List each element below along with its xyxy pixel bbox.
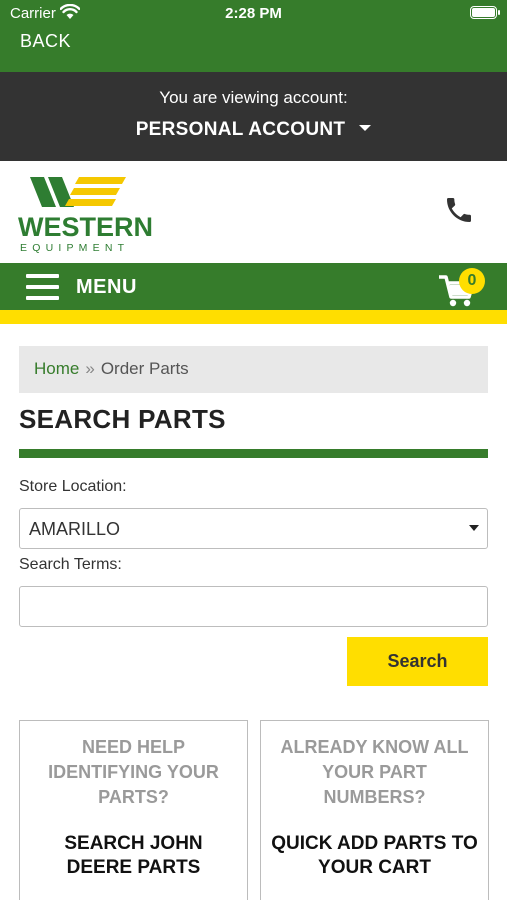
- store-location-select[interactable]: AMARILLO: [19, 508, 488, 549]
- account-label: You are viewing account:: [159, 88, 348, 107]
- cart-count-badge: 0: [459, 268, 485, 294]
- account-dropdown[interactable]: PERSONAL ACCOUNT: [0, 119, 507, 141]
- card-action: SEARCH JOHN DEERE PARTS: [64, 833, 203, 878]
- search-terms-label: Search Terms:: [19, 556, 122, 573]
- logo-mark-icon: [30, 177, 126, 207]
- search-john-deere-card[interactable]: NEED HELP IDENTIFYING YOUR PARTS? SEARCH…: [19, 720, 248, 900]
- site-header: WESTERN EQUIPMENT: [0, 161, 507, 263]
- western-equipment-logo[interactable]: WESTERN EQUIPMENT: [18, 175, 153, 255]
- breadcrumb-separator: »: [85, 359, 95, 378]
- breadcrumb-home-link[interactable]: Home: [34, 359, 79, 378]
- accent-stripe: [0, 310, 507, 324]
- chevron-down-icon: [469, 525, 479, 531]
- title-divider: [19, 449, 488, 458]
- menu-button[interactable]: MENU: [76, 276, 137, 299]
- search-terms-input[interactable]: [19, 586, 488, 627]
- cart-button[interactable]: 0: [437, 267, 487, 307]
- menu-bar: MENU 0: [0, 263, 507, 310]
- hamburger-icon[interactable]: [26, 274, 59, 300]
- search-button[interactable]: Search: [347, 637, 488, 686]
- card-question: ALREADY KNOW ALL YOUR PART NUMBERS?: [280, 737, 469, 807]
- status-time: 2:28 PM: [225, 5, 282, 22]
- status-bar: Carrier 2:28 PM: [0, 0, 507, 28]
- breadcrumb-current: Order Parts: [100, 359, 189, 378]
- breadcrumb: Home » Order Parts: [19, 346, 488, 393]
- dropdown-caret-icon: [359, 124, 372, 131]
- store-location-value: AMARILLO: [29, 519, 121, 539]
- back-button[interactable]: BACK: [20, 31, 71, 52]
- card-question: NEED HELP IDENTIFYING YOUR PARTS?: [48, 737, 219, 807]
- account-switcher: You are viewing account: PERSONAL ACCOUN…: [0, 72, 507, 161]
- card-action: QUICK ADD PARTS TO YOUR CART: [271, 833, 478, 878]
- logo-wordmark: WESTERN: [18, 212, 153, 242]
- logo-subtitle: EQUIPMENT: [20, 242, 130, 254]
- account-name: PERSONAL ACCOUNT: [135, 119, 346, 140]
- store-location-label: Store Location:: [19, 478, 127, 495]
- page-title: SEARCH PARTS: [19, 404, 226, 434]
- battery-icon: [470, 6, 500, 19]
- top-bar: Carrier 2:28 PM BACK: [0, 0, 507, 72]
- phone-icon[interactable]: [443, 194, 475, 231]
- quick-add-card[interactable]: ALREADY KNOW ALL YOUR PART NUMBERS? QUIC…: [260, 720, 489, 900]
